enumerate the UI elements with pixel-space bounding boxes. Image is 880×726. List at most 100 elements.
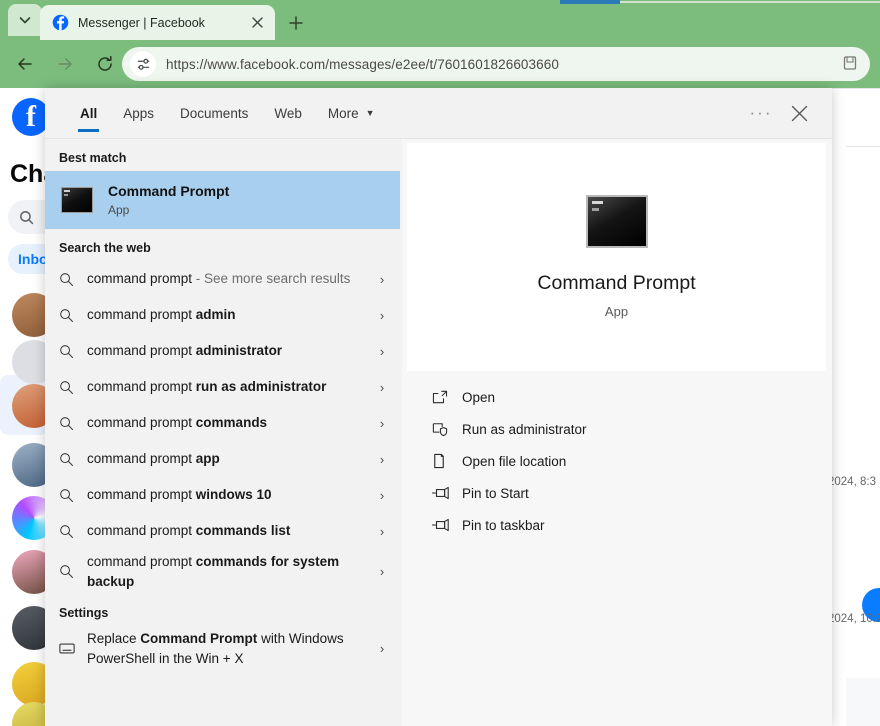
forward-button[interactable] (50, 49, 80, 79)
web-search-result[interactable]: command prompt app › (45, 441, 402, 477)
best-match-subtitle: App (108, 202, 130, 217)
chevron-right-icon[interactable]: › (370, 380, 394, 395)
command-prompt-icon (585, 195, 648, 248)
web-search-result-label: command prompt commands for system backu… (87, 554, 340, 589)
search-icon (60, 380, 74, 394)
best-match-result[interactable]: Command Prompt App (45, 171, 400, 229)
tab-apps[interactable]: Apps (110, 88, 167, 138)
back-button[interactable] (10, 49, 40, 79)
group-label-best-match: Best match (59, 151, 127, 165)
tab-all[interactable]: All (67, 88, 110, 138)
close-button[interactable] (780, 94, 818, 132)
chevron-right-icon[interactable]: › (370, 416, 394, 431)
web-results-container: command prompt - See more search results… (45, 261, 402, 594)
web-search-result-label: command prompt app (87, 451, 220, 467)
folder-open-icon (432, 453, 462, 469)
chevron-right-icon[interactable]: › (370, 308, 394, 323)
web-search-result[interactable]: command prompt commands list › (45, 513, 402, 549)
chevron-right-icon[interactable]: › (370, 452, 394, 467)
web-search-result[interactable]: command prompt run as administrator › (45, 369, 402, 405)
group-label-settings: Settings (59, 606, 109, 621)
web-search-result-label: command prompt commands list (87, 523, 291, 539)
web-search-result-label: command prompt administrator (87, 343, 283, 359)
chevron-right-icon[interactable]: › (370, 272, 394, 287)
open-icon (432, 390, 462, 404)
forward-arrow-icon (58, 58, 72, 70)
preview-action-pin-to-start[interactable]: Pin to Start (407, 477, 826, 509)
tab-all-label: All (80, 105, 98, 121)
web-search-result[interactable]: command prompt commands › (45, 405, 402, 441)
search-icon (59, 564, 87, 579)
search-icon (59, 452, 87, 467)
search-icon (59, 344, 87, 359)
tab-search-button[interactable] (8, 4, 42, 36)
search-results-list: Best match Command Prompt App Search the… (45, 139, 402, 726)
web-search-result[interactable]: command prompt windows 10 › (45, 477, 402, 513)
message-composer[interactable] (846, 678, 880, 726)
site-settings-button[interactable] (130, 51, 156, 77)
chevron-right-icon[interactable]: › (370, 344, 394, 359)
tab-more[interactable]: More ▼ (315, 88, 388, 138)
tab-web-label: Web (274, 105, 302, 121)
search-preview-pane: Command Prompt App Open Run as administra… (402, 139, 832, 726)
new-tab-button[interactable] (283, 10, 309, 36)
web-search-result[interactable]: command prompt - See more search results… (45, 261, 402, 297)
settings-search-result-label: Replace Command Prompt with Windows Powe… (87, 631, 344, 666)
close-icon (251, 17, 263, 28)
bookmark-save-icon (843, 56, 857, 70)
search-icon (60, 272, 74, 286)
preview-action-run-as-administrator[interactable]: Run as administrator (407, 413, 826, 445)
search-icon (20, 210, 34, 224)
search-icon (59, 380, 87, 395)
pin-icon (432, 518, 462, 532)
facebook-icon (52, 14, 69, 31)
address-bar[interactable]: https://www.facebook.com/messages/e2ee/t… (122, 47, 870, 81)
preview-action-open-file-location[interactable]: Open file location (407, 445, 826, 477)
ellipsis-icon[interactable]: ··· (742, 94, 780, 132)
browser-toolbar: https://www.facebook.com/messages/e2ee/t… (0, 40, 880, 88)
preview-action-pin-to-taskbar[interactable]: Pin to taskbar (407, 509, 826, 541)
pin-icon (432, 486, 449, 500)
chevron-right-icon[interactable]: › (370, 641, 394, 656)
search-icon (59, 272, 87, 287)
search-icon (60, 452, 74, 466)
message-timestamp: 2024, 8:3 (828, 476, 876, 488)
browser-tab[interactable]: Messenger | Facebook (40, 5, 275, 40)
tab-web[interactable]: Web (261, 88, 315, 138)
search-icon (59, 524, 87, 539)
preview-action-label: Pin to taskbar (462, 517, 545, 533)
tab-strip: Messenger | Facebook (0, 0, 880, 40)
search-icon (60, 488, 74, 502)
shield-run-icon (432, 422, 448, 436)
search-icon (60, 416, 74, 430)
preview-action-label: Pin to Start (462, 485, 529, 501)
preview-action-label: Open (462, 389, 496, 405)
search-icon (60, 565, 74, 579)
browser-chrome: Messenger | Facebook https://www.faceboo… (0, 0, 880, 88)
web-search-result[interactable]: command prompt commands for system backu… (45, 549, 402, 594)
web-search-result[interactable]: command prompt administrator › (45, 333, 402, 369)
settings-search-result[interactable]: Replace Command Prompt with Windows Powe… (45, 626, 402, 671)
web-search-result[interactable]: command prompt admin › (45, 297, 402, 333)
preview-title: Command Prompt (537, 272, 696, 294)
chevron-down-icon (19, 17, 31, 24)
search-icon (60, 344, 74, 358)
best-match-title: Command Prompt (108, 182, 230, 199)
ellipsis-glyph: ··· (749, 103, 773, 122)
chevron-right-icon[interactable]: › (370, 524, 394, 539)
shield-run-icon (432, 422, 462, 437)
web-search-result-label: command prompt commands (87, 415, 268, 431)
back-arrow-icon (18, 58, 32, 70)
windows-search-panel: All Apps Documents Web More ▼ ··· Best m… (45, 88, 832, 726)
preview-action-open[interactable]: Open (407, 381, 826, 413)
search-icon (60, 308, 74, 322)
tab-documents[interactable]: Documents (167, 88, 261, 138)
search-icon (59, 488, 87, 503)
save-to-drive-icon[interactable] (842, 55, 860, 73)
chevron-right-icon[interactable]: › (370, 564, 394, 579)
reload-button[interactable] (90, 49, 120, 79)
preview-actions: Open Run as administrator Open file locati… (407, 381, 826, 726)
chevron-right-icon[interactable]: › (370, 488, 394, 503)
close-tab-icon[interactable] (247, 13, 267, 33)
search-panel-header: All Apps Documents Web More ▼ ··· (45, 88, 832, 138)
